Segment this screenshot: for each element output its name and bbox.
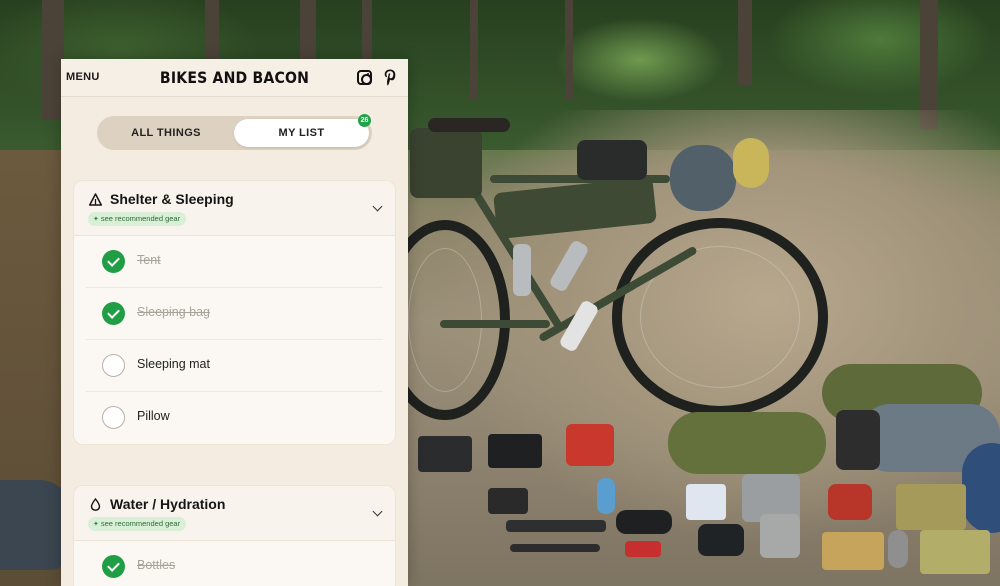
checklist-panel: MENU BIKES AND BACON ALL THINGS MY LIST … xyxy=(61,59,408,586)
water-bottle xyxy=(513,244,531,296)
chevron-down-icon[interactable] xyxy=(372,506,383,517)
category-header[interactable]: Shelter & Sleeping ✦ see recommended gear xyxy=(74,181,395,236)
sleeping-bag xyxy=(668,412,826,474)
tool-bottle xyxy=(597,478,615,514)
list-item[interactable]: Bottles xyxy=(86,541,383,586)
sparkle-icon: ✦ xyxy=(93,216,99,223)
handlebar-bag xyxy=(670,145,736,211)
checkbox-checked[interactable] xyxy=(102,302,125,325)
tree-trunk xyxy=(565,0,573,100)
category-card-water: Water / Hydration ✦ see recommended gear … xyxy=(73,485,396,586)
category-card-shelter: Shelter & Sleeping ✦ see recommended gear… xyxy=(73,180,396,445)
checkbox-unchecked[interactable] xyxy=(102,354,125,377)
checkbox-unchecked[interactable] xyxy=(102,406,125,429)
instagram-icon[interactable] xyxy=(357,70,372,85)
tree-trunk xyxy=(738,0,752,85)
item-label: Pillow xyxy=(137,409,170,423)
tree-trunk xyxy=(300,0,316,60)
my-list-count-badge: 26 xyxy=(358,114,371,127)
pinterest-icon[interactable] xyxy=(383,68,397,87)
list-item[interactable]: Sleeping bag xyxy=(86,288,383,340)
blue-dry-bag xyxy=(962,443,1000,533)
category-title: Shelter & Sleeping xyxy=(110,191,234,207)
bike-frame xyxy=(440,320,550,328)
recommended-gear-label: see recommended gear xyxy=(100,214,181,223)
site-logo[interactable]: BIKES AND BACON xyxy=(82,68,387,87)
list-view-toggle: ALL THINGS MY LIST 26 xyxy=(97,114,372,150)
list-item[interactable]: Pillow xyxy=(86,392,383,444)
yellow-pouch xyxy=(733,138,769,188)
item-label: Sleeping bag xyxy=(137,305,210,319)
checkbox-checked[interactable] xyxy=(102,555,125,578)
chevron-down-icon[interactable] xyxy=(372,201,383,212)
water-drop-icon xyxy=(90,498,101,511)
recommended-gear-badge[interactable]: ✦ see recommended gear xyxy=(88,517,187,531)
stove xyxy=(828,484,872,520)
tree-trunk xyxy=(470,0,478,100)
list-item[interactable]: Sleeping mat xyxy=(86,340,383,392)
camera-bag xyxy=(698,524,744,556)
spork xyxy=(888,530,908,568)
tree-trunk xyxy=(362,0,372,60)
top-tube-bag xyxy=(577,140,647,180)
category-header[interactable]: Water / Hydration ✦ see recommended gear xyxy=(74,486,395,541)
food-pack xyxy=(920,530,990,574)
list-item[interactable]: Tent xyxy=(86,236,383,288)
pouch xyxy=(488,434,542,468)
bike-tool xyxy=(506,520,606,532)
tent-icon xyxy=(89,193,102,206)
food-pack xyxy=(896,484,966,530)
first-aid-kit xyxy=(566,424,614,466)
saddle-bag xyxy=(410,128,482,198)
pouch xyxy=(418,436,472,472)
blanket xyxy=(0,480,70,570)
item-label: Sleeping mat xyxy=(137,357,210,371)
saddle xyxy=(428,118,510,132)
mug xyxy=(760,514,800,558)
category-title: Water / Hydration xyxy=(110,496,226,512)
top-bar: MENU BIKES AND BACON xyxy=(61,59,408,97)
stove-pot xyxy=(836,410,880,470)
checkbox-checked[interactable] xyxy=(102,250,125,273)
small-tools xyxy=(488,488,528,514)
sparkle-icon: ✦ xyxy=(93,521,99,528)
recommended-gear-badge[interactable]: ✦ see recommended gear xyxy=(88,212,187,226)
item-list: Bottles xyxy=(74,541,395,586)
item-label: Bottles xyxy=(137,558,176,572)
item-list: Tent Sleeping bag Sleeping mat Pillow xyxy=(74,236,395,444)
map-tube xyxy=(686,484,726,520)
red-light xyxy=(625,541,661,557)
bike-front-wheel xyxy=(612,218,828,416)
tree-trunk xyxy=(205,0,219,60)
item-label: Tent xyxy=(137,253,161,267)
tab-all-things[interactable]: ALL THINGS xyxy=(100,119,232,147)
headlamp xyxy=(616,510,672,534)
recommended-gear-label: see recommended gear xyxy=(100,519,181,528)
food-pack xyxy=(822,532,884,570)
tab-my-list[interactable]: MY LIST xyxy=(234,119,369,147)
lock-cable xyxy=(510,544,600,552)
